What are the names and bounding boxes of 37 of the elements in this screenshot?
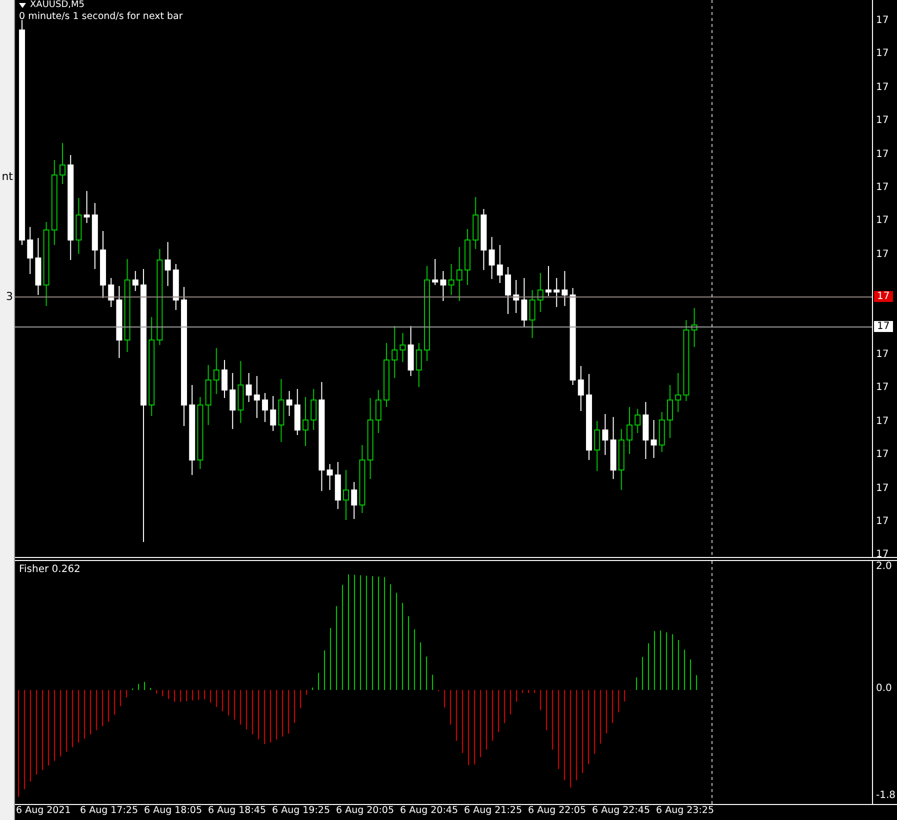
bar-timer-text: 0 minute/s 1 second/s for next bar: [19, 11, 183, 22]
indicator-scale-label: 0.0: [876, 683, 892, 694]
time-label: 6 Aug 17:25: [80, 805, 140, 818]
sidebar-text: nt: [2, 170, 13, 183]
chart-symbol: XAUUSD,M5: [30, 0, 84, 10]
time-label: 6 Aug 20:05: [336, 805, 396, 818]
price-label: 17: [876, 516, 889, 527]
indicator-title: Fisher 0.262: [19, 564, 80, 575]
price-label: 17: [876, 115, 889, 126]
price-label: 17: [876, 82, 889, 93]
time-label: 6 Aug 18:45: [208, 805, 268, 818]
price-label: 17: [876, 215, 889, 226]
price-label: 17: [876, 15, 889, 26]
time-label: 6 Aug 20:45: [400, 805, 460, 818]
time-label: 6 Aug 22:45: [592, 805, 652, 818]
time-label: 6 Aug 23:25: [656, 805, 716, 818]
bid-price-tag: 17: [874, 291, 893, 302]
time-label: 6 Aug 22:05: [528, 805, 588, 818]
price-label: 17: [876, 382, 889, 394]
price-label: 17: [876, 449, 889, 460]
indicator-scale-label: 2.0: [876, 561, 892, 572]
indicator-scale-label: -1.8: [876, 790, 896, 801]
price-label: 17: [876, 148, 889, 160]
triangle-icon: [19, 3, 26, 8]
price-label: 17: [876, 182, 889, 193]
price-label: 17: [876, 482, 889, 494]
time-label: 6 Aug 2021: [16, 805, 72, 818]
time-label: 6 Aug 19:25: [272, 805, 332, 818]
time-label: 6 Aug 21:25: [464, 805, 524, 818]
price-label: 17: [876, 248, 889, 260]
price-label: 17: [876, 416, 889, 427]
price-label: 17: [876, 349, 889, 360]
sidebar-text: 3: [6, 290, 13, 303]
time-label: 6 Aug 18:05: [144, 805, 204, 818]
ask-price-tag: 17: [874, 321, 893, 332]
price-label: 17: [876, 549, 889, 557]
price-label: 17: [876, 48, 889, 60]
